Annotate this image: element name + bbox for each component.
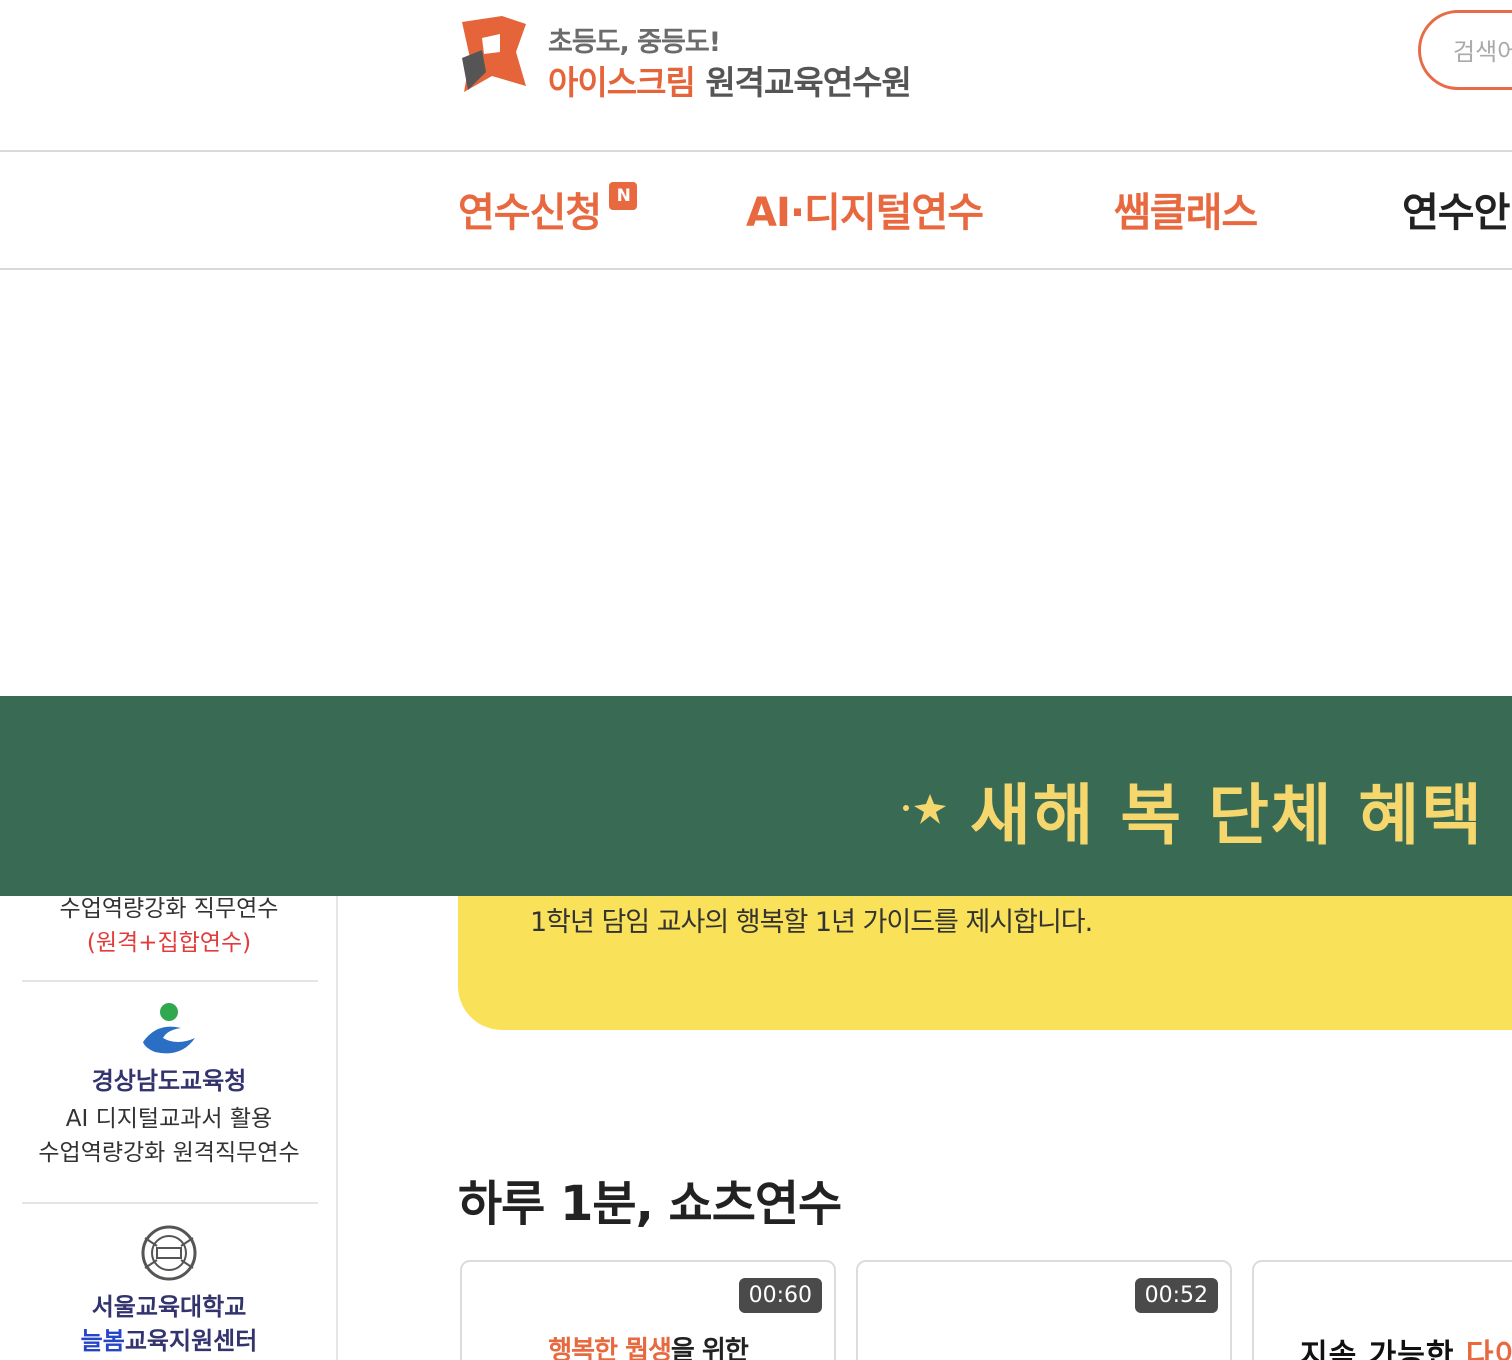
- shorts-card[interactable]: 지속 가능한 다이: [1252, 1260, 1512, 1360]
- promo-band-text: 새해 복 단체 혜택 (: [970, 777, 1512, 854]
- partner-sidebar: 수업역량강화 직무연수 (원격+집합연수) 경상남도교육청 AI 디지털교과서 …: [0, 880, 338, 1360]
- logo-brand: 아이스크림: [548, 63, 696, 102]
- logo-rest: 원격교육연수원: [705, 63, 912, 102]
- sidebar-line: 수업역량강화 원격직무연수: [38, 1140, 300, 1166]
- title-highlight: 행복한: [548, 1336, 618, 1360]
- shorts-card-title: 지속 가능한 다이: [1300, 1330, 1512, 1360]
- seoul-edu-univ-seal-icon: [141, 1225, 197, 1281]
- sidebar-line: AI 디지털교과서 활용: [65, 1106, 273, 1132]
- nav-item-label: 연수안내: [1402, 190, 1512, 236]
- sidebar-item-course-1[interactable]: 수업역량강화 직무연수 (원격+집합연수): [0, 892, 338, 960]
- gyeongnam-edu-logo-icon: [143, 1003, 195, 1054]
- shorts-card-title: 행복한 뭡생을 위한: [462, 1330, 834, 1360]
- nav-item-course-info[interactable]: 연수안내: [1402, 180, 1512, 238]
- search-box[interactable]: [1418, 10, 1512, 90]
- shorts-card[interactable]: 00:52: [856, 1260, 1232, 1360]
- nav-item-label: 쌤클래스: [1114, 190, 1258, 236]
- new-badge: N: [609, 182, 638, 210]
- sidebar-subtitle-rest: 교육지원센터: [124, 1327, 258, 1355]
- logo-tagline: 초등도, 중등도!: [548, 27, 721, 58]
- nav-item-course-apply[interactable]: 연수신청 N: [458, 180, 638, 238]
- site-header: 초등도, 중등도! 아이스크림 원격교육연수원: [0, 0, 1512, 152]
- sparkle-star-icon: [903, 794, 946, 824]
- site-logo[interactable]: 초등도, 중등도! 아이스크림 원격교육연수원: [456, 10, 976, 102]
- logo-mark-icon: [462, 16, 526, 92]
- sidebar-red-note: (원격+집합연수): [86, 930, 252, 956]
- logo-name: 아이스크림 원격교육연수원: [548, 56, 912, 104]
- title-highlight: 뭡생: [625, 1336, 672, 1360]
- nav-item-label: AI·디지털연수: [746, 190, 984, 236]
- video-duration-badge: 00:60: [738, 1278, 822, 1313]
- title-text: 지속 가능한: [1300, 1338, 1466, 1360]
- sidebar-line: 수업역량강화 직무연수: [59, 896, 279, 922]
- nav-item-ai-digital[interactable]: AI·디지털연수: [746, 180, 984, 238]
- sidebar-org-title: 서울교육대학교: [91, 1293, 247, 1321]
- sidebar-item-seoul-edu[interactable]: 서울교육대학교 늘봄교육지원센터: [0, 1224, 338, 1358]
- title-highlight: 다이: [1465, 1338, 1512, 1360]
- banner-text: 1학년 담임 교사의 행복할 1년 가이드를 제시합니다.: [530, 907, 1093, 938]
- sidebar-blue-word: 늘봄: [80, 1327, 125, 1355]
- sidebar-divider: [22, 980, 318, 982]
- sidebar-divider: [22, 1202, 318, 1204]
- title-text: [617, 1336, 625, 1360]
- nav-item-label: 연수신청: [458, 190, 602, 236]
- title-text: 을 위한: [670, 1336, 749, 1360]
- main-nav: 연수신청 N AI·디지털연수 쌤클래스 연수안내: [0, 152, 1512, 270]
- video-duration-badge: 00:52: [1134, 1278, 1218, 1313]
- sidebar-item-gyeongnam[interactable]: 경상남도교육청 AI 디지털교과서 활용 수업역량강화 원격직무연수: [0, 1002, 338, 1170]
- nav-item-ssem-class[interactable]: 쌤클래스: [1114, 180, 1258, 238]
- shorts-section-title: 하루 1분, 쇼츠연수: [458, 1176, 842, 1232]
- promo-band[interactable]: 새해 복 단체 혜택 (: [0, 696, 1512, 896]
- shorts-card[interactable]: 00:60 행복한 뭡생을 위한: [460, 1260, 836, 1360]
- search-input[interactable]: [1453, 33, 1512, 71]
- sidebar-org-subtitle: 늘봄교육지원센터: [0, 1324, 338, 1358]
- sidebar-org-title: 경상남도교육청: [91, 1067, 247, 1095]
